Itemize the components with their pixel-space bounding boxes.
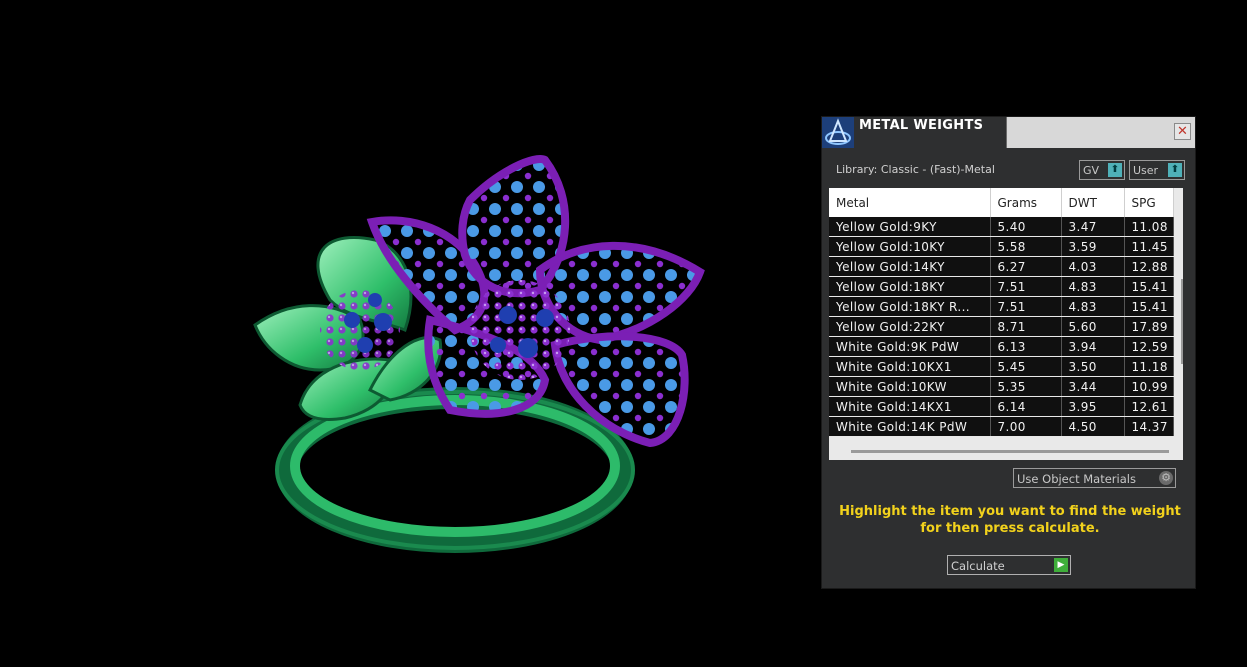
metal-weights-table-container[interactable]: Metal Grams DWT SPG Yellow Gold:9KY 5.40… bbox=[829, 188, 1183, 460]
column-header-spg[interactable]: SPG bbox=[1124, 188, 1174, 217]
cell-dwt: 4.03 bbox=[1061, 256, 1125, 277]
table-horizontal-scrollbar[interactable] bbox=[851, 450, 1169, 453]
column-header-grams[interactable]: Grams bbox=[990, 188, 1062, 217]
cell-metal: White Gold:10KX1 bbox=[829, 356, 991, 377]
cell-metal: Yellow Gold:9KY bbox=[829, 217, 991, 237]
cell-spg: 11.08 bbox=[1124, 217, 1174, 237]
cell-grams: 5.58 bbox=[990, 236, 1062, 257]
cell-dwt: 5.60 bbox=[1061, 316, 1125, 337]
cell-spg: 11.45 bbox=[1124, 236, 1174, 257]
table-row[interactable]: Yellow Gold:18KY R... 7.51 4.83 15.41 bbox=[829, 296, 1174, 317]
cell-metal: White Gold:14KX1 bbox=[829, 396, 991, 417]
user-select[interactable]: User ⬆ bbox=[1129, 160, 1185, 180]
user-select-value: User bbox=[1133, 164, 1159, 177]
cell-grams: 7.51 bbox=[990, 296, 1062, 317]
cell-spg: 12.88 bbox=[1124, 256, 1174, 277]
cell-dwt: 4.50 bbox=[1061, 416, 1125, 437]
cell-spg: 14.37 bbox=[1124, 416, 1174, 437]
instruction-line-1: Highlight the item you want to find the … bbox=[839, 504, 1181, 519]
table-row[interactable]: White Gold:14K PdW 7.00 4.50 14.37 bbox=[829, 416, 1174, 437]
user-dropdown-arrow-icon: ⬆ bbox=[1168, 163, 1182, 177]
cell-metal: Yellow Gold:14KY bbox=[829, 256, 991, 277]
column-header-dwt[interactable]: DWT bbox=[1061, 188, 1125, 217]
cell-dwt: 3.44 bbox=[1061, 376, 1125, 397]
cell-grams: 6.14 bbox=[990, 396, 1062, 417]
table-row[interactable]: Yellow Gold:9KY 5.40 3.47 11.08 bbox=[829, 217, 1174, 237]
cell-dwt: 3.94 bbox=[1061, 336, 1125, 357]
table-row[interactable]: Yellow Gold:14KY 6.27 4.03 12.88 bbox=[829, 256, 1174, 277]
cell-spg: 11.18 bbox=[1124, 356, 1174, 377]
panel-titlebar[interactable]: METAL WEIGHTS ✕ bbox=[822, 117, 1195, 148]
cell-metal: White Gold:9K PdW bbox=[829, 336, 991, 357]
metal-weights-table: Metal Grams DWT SPG Yellow Gold:9KY 5.40… bbox=[829, 188, 1174, 437]
gv-select[interactable]: GV ⬆ bbox=[1079, 160, 1125, 180]
table-row[interactable]: White Gold:10KX1 5.45 3.50 11.18 bbox=[829, 356, 1174, 377]
material-source-value: Use Object Materials bbox=[1017, 472, 1136, 486]
calculate-button-label: Calculate bbox=[951, 559, 1005, 573]
cell-metal: White Gold:10KW bbox=[829, 376, 991, 397]
close-button[interactable]: ✕ bbox=[1174, 123, 1191, 140]
cell-grams: 8.71 bbox=[990, 316, 1062, 337]
table-row[interactable]: White Gold:10KW 5.35 3.44 10.99 bbox=[829, 376, 1174, 397]
column-header-metal[interactable]: Metal bbox=[829, 188, 991, 217]
cell-dwt: 4.83 bbox=[1061, 296, 1125, 317]
cell-metal: Yellow Gold:18KY bbox=[829, 276, 991, 297]
cell-metal: Yellow Gold:22KY bbox=[829, 316, 991, 337]
calculate-button[interactable]: Calculate ▶ bbox=[947, 555, 1071, 575]
cell-grams: 6.13 bbox=[990, 336, 1062, 357]
cell-dwt: 4.83 bbox=[1061, 276, 1125, 297]
table-vertical-scrollbar[interactable] bbox=[1181, 279, 1183, 364]
flower-center bbox=[470, 280, 570, 380]
cell-spg: 10.99 bbox=[1124, 376, 1174, 397]
cell-dwt: 3.95 bbox=[1061, 396, 1125, 417]
panel-title: METAL WEIGHTS bbox=[859, 118, 984, 133]
table-header-row: Metal Grams DWT SPG bbox=[829, 188, 1174, 217]
play-icon: ▶ bbox=[1054, 558, 1068, 572]
cell-metal: Yellow Gold:18KY R... bbox=[829, 296, 991, 317]
instruction-line-2: for then press calculate. bbox=[920, 521, 1100, 536]
cell-spg: 12.59 bbox=[1124, 336, 1174, 357]
cell-spg: 15.41 bbox=[1124, 296, 1174, 317]
cell-metal: Yellow Gold:10KY bbox=[829, 236, 991, 257]
cell-dwt: 3.47 bbox=[1061, 217, 1125, 237]
cell-grams: 5.35 bbox=[990, 376, 1062, 397]
gear-icon: ⚙ bbox=[1159, 471, 1173, 485]
cell-metal: White Gold:14K PdW bbox=[829, 416, 991, 437]
small-flower-stamens bbox=[320, 290, 400, 370]
table-row[interactable]: Yellow Gold:18KY 7.51 4.83 15.41 bbox=[829, 276, 1174, 297]
library-label: Library: Classic - (Fast)-Metal bbox=[836, 163, 995, 176]
gv-select-value: GV bbox=[1083, 164, 1100, 177]
cell-grams: 5.45 bbox=[990, 356, 1062, 377]
table-row[interactable]: White Gold:14KX1 6.14 3.95 12.61 bbox=[829, 396, 1174, 417]
cell-grams: 7.00 bbox=[990, 416, 1062, 437]
table-row[interactable]: Yellow Gold:22KY 8.71 5.60 17.89 bbox=[829, 316, 1174, 337]
cell-dwt: 3.59 bbox=[1061, 236, 1125, 257]
cell-grams: 7.51 bbox=[990, 276, 1062, 297]
cell-grams: 5.40 bbox=[990, 217, 1062, 237]
table-row[interactable]: Yellow Gold:10KY 5.58 3.59 11.45 bbox=[829, 236, 1174, 257]
cell-grams: 6.27 bbox=[990, 256, 1062, 277]
instruction-text: Highlight the item you want to find the … bbox=[832, 503, 1188, 537]
gv-dropdown-arrow-icon: ⬆ bbox=[1108, 163, 1122, 177]
app-logo-icon bbox=[822, 117, 854, 148]
cell-spg: 12.61 bbox=[1124, 396, 1174, 417]
cell-dwt: 3.50 bbox=[1061, 356, 1125, 377]
material-source-select[interactable]: Use Object Materials ⚙ bbox=[1013, 468, 1176, 488]
cell-spg: 15.41 bbox=[1124, 276, 1174, 297]
cell-spg: 17.89 bbox=[1124, 316, 1174, 337]
metal-weights-panel: METAL WEIGHTS ✕ Library: Classic - (Fast… bbox=[821, 116, 1196, 589]
table-row[interactable]: White Gold:9K PdW 6.13 3.94 12.59 bbox=[829, 336, 1174, 357]
close-icon: ✕ bbox=[1177, 124, 1188, 139]
